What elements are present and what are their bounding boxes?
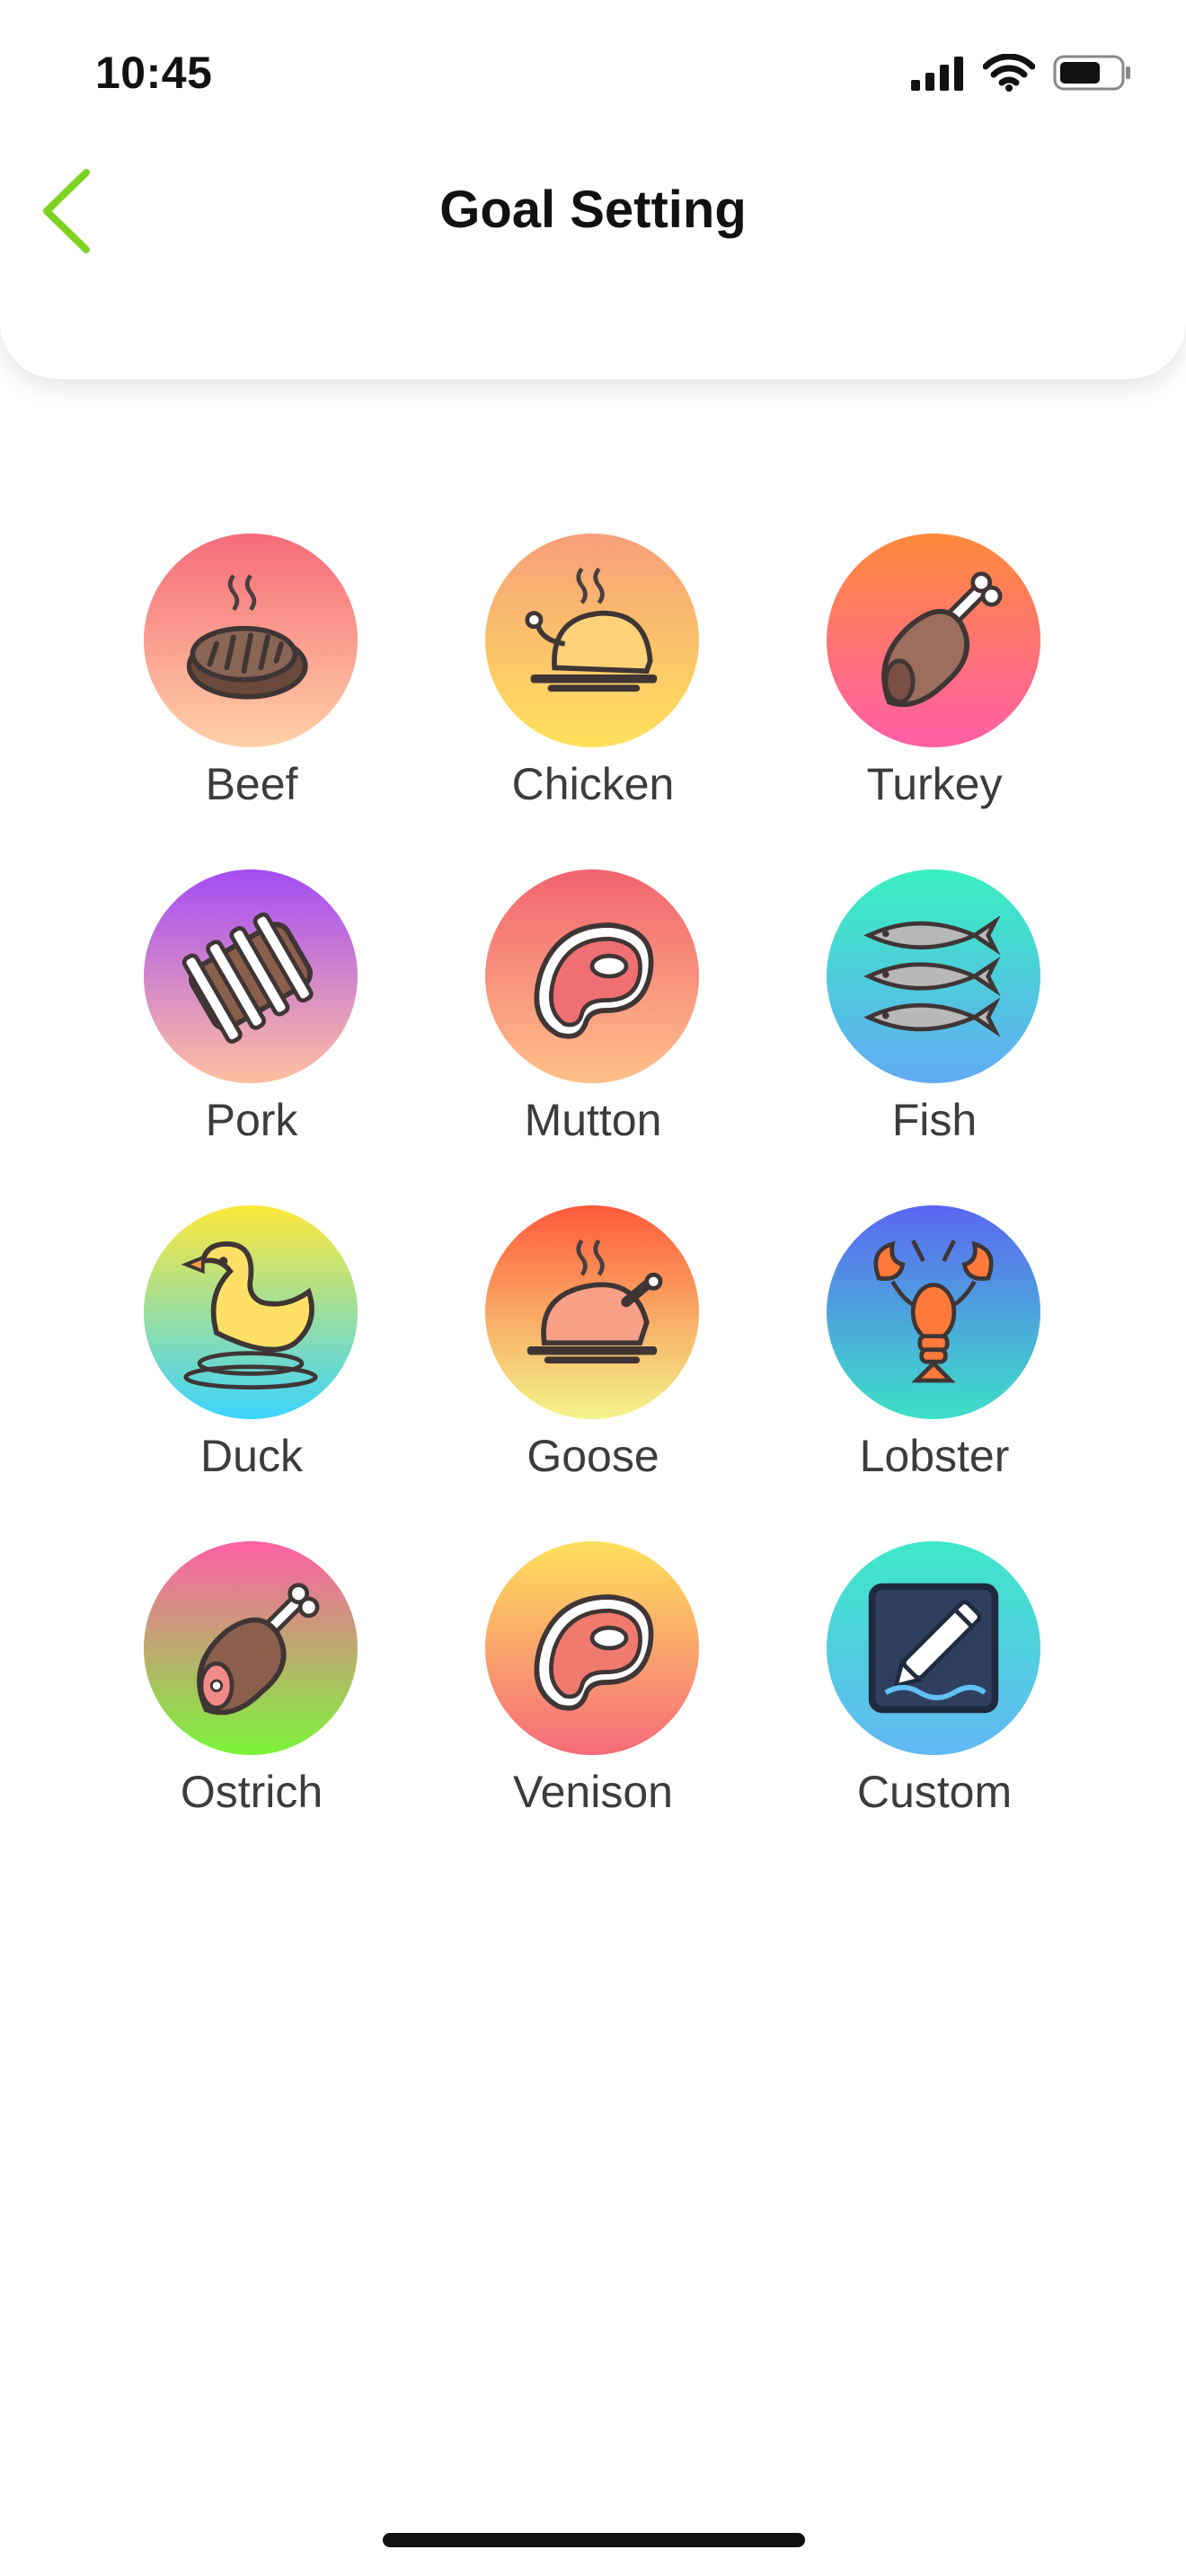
category-lobster[interactable]: Lobster xyxy=(773,1205,1096,1502)
goose-circle xyxy=(485,1205,699,1419)
turkey-circle xyxy=(827,534,1040,747)
duck-icon xyxy=(181,1241,318,1389)
category-label: Turkey xyxy=(866,759,1003,809)
category-fish[interactable]: Fish xyxy=(773,869,1096,1166)
pork-circle xyxy=(144,869,358,1083)
ribs-icon xyxy=(181,912,314,1044)
category-mutton[interactable]: Mutton xyxy=(431,869,755,1166)
lobster-icon xyxy=(873,1239,994,1383)
ham-leg-icon xyxy=(197,1583,320,1716)
category-beef[interactable]: Beef xyxy=(90,534,413,830)
category-label: Ostrich xyxy=(180,1767,323,1817)
chicken-circle xyxy=(485,534,699,747)
category-label: Duck xyxy=(200,1431,303,1481)
ostrich-circle xyxy=(144,1541,358,1755)
category-custom[interactable]: Custom xyxy=(773,1541,1096,1838)
meat-cut-icon xyxy=(534,1594,654,1711)
category-pork[interactable]: Pork xyxy=(90,869,413,1166)
category-label: Beef xyxy=(205,759,298,809)
home-indicator xyxy=(383,2533,805,2547)
category-label: Lobster xyxy=(859,1431,1010,1481)
category-duck[interactable]: Duck xyxy=(90,1205,413,1502)
category-label: Mutton xyxy=(524,1095,662,1145)
category-grid: Beef Chicken Turkey Pork Mutton Fish Duc… xyxy=(0,0,1186,2576)
beef-circle xyxy=(144,534,358,747)
category-label: Pork xyxy=(205,1095,298,1145)
roast-chicken-icon xyxy=(525,567,658,692)
roast-goose-icon xyxy=(527,1239,663,1363)
category-turkey[interactable]: Turkey xyxy=(773,534,1096,830)
category-ostrich[interactable]: Ostrich xyxy=(90,1541,413,1838)
steak-icon xyxy=(186,574,308,700)
category-label: Custom xyxy=(856,1767,1013,1817)
category-label: Chicken xyxy=(511,759,675,809)
duck-circle xyxy=(144,1205,358,1419)
category-label: Goose xyxy=(527,1431,659,1481)
edit-pencil-icon xyxy=(868,1583,999,1714)
category-goose[interactable]: Goose xyxy=(431,1205,755,1502)
meat-cut-icon xyxy=(534,922,654,1039)
venison-circle xyxy=(485,1541,699,1755)
category-venison[interactable]: Venison xyxy=(431,1541,755,1838)
drumstick-icon xyxy=(881,571,1003,708)
fish-icon xyxy=(863,915,1001,1037)
category-chicken[interactable]: Chicken xyxy=(431,534,755,830)
mutton-circle xyxy=(485,869,699,1083)
custom-circle xyxy=(827,1541,1040,1755)
category-label: Fish xyxy=(891,1095,978,1145)
fish-circle xyxy=(827,869,1040,1083)
lobster-circle xyxy=(827,1205,1040,1419)
category-label: Venison xyxy=(513,1767,673,1817)
